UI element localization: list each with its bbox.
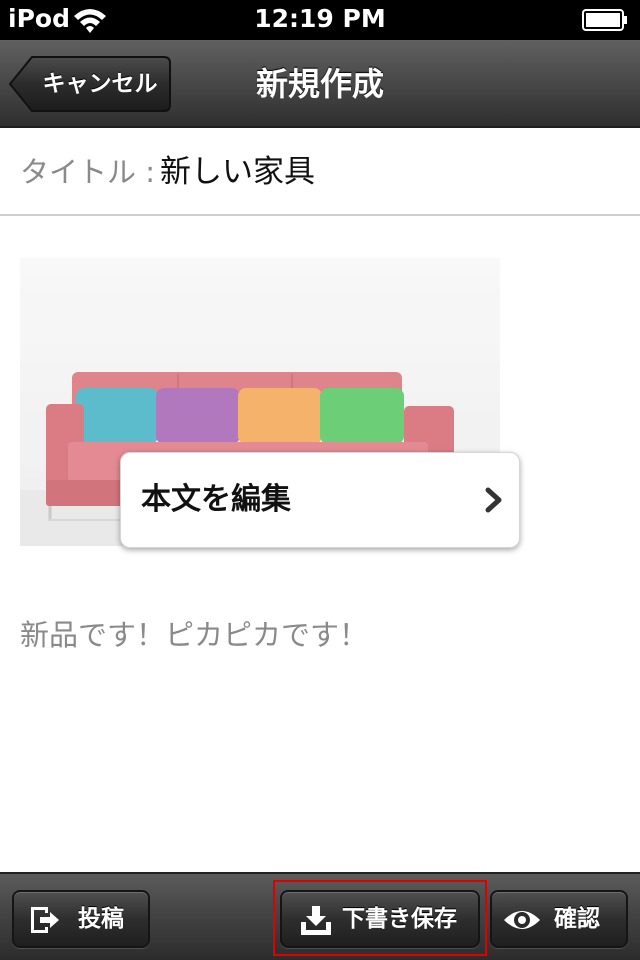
save-draft-button[interactable]: 下書き保存 [280, 890, 480, 948]
eye-icon [504, 911, 540, 929]
page-title: 新規作成 [255, 65, 384, 103]
post-export-icon [31, 907, 59, 933]
title-field-value[interactable]: 新しい家具 [160, 128, 315, 216]
navigation-bar: キャンセル 新規作成 [0, 40, 640, 128]
title-field-label: タイトル : [20, 155, 155, 189]
edit-body-label: 本文を編集 [141, 482, 291, 517]
preview-button-label: 確認 [554, 906, 600, 932]
post-button-label: 投稿 [78, 906, 124, 932]
post-button[interactable]: 投稿 [12, 890, 150, 948]
preview-button[interactable]: 確認 [490, 890, 628, 948]
status-bar: iPod 12:19 PM [0, 0, 640, 40]
save-draft-button-label: 下書き保存 [342, 906, 457, 932]
bottom-toolbar: 投稿 下書き保存 確認 [0, 872, 640, 960]
title-field-row[interactable]: タイトル : 新しい家具 [0, 128, 640, 216]
chevron-right-icon [485, 487, 502, 513]
download-tray-icon [301, 906, 331, 935]
edit-body-button[interactable]: 本文を編集 [120, 452, 520, 548]
battery-icon [582, 9, 627, 31]
status-time: 12:19 PM [254, 4, 386, 33]
body-text[interactable]: 新品です！ピカピカです！ [20, 612, 368, 654]
